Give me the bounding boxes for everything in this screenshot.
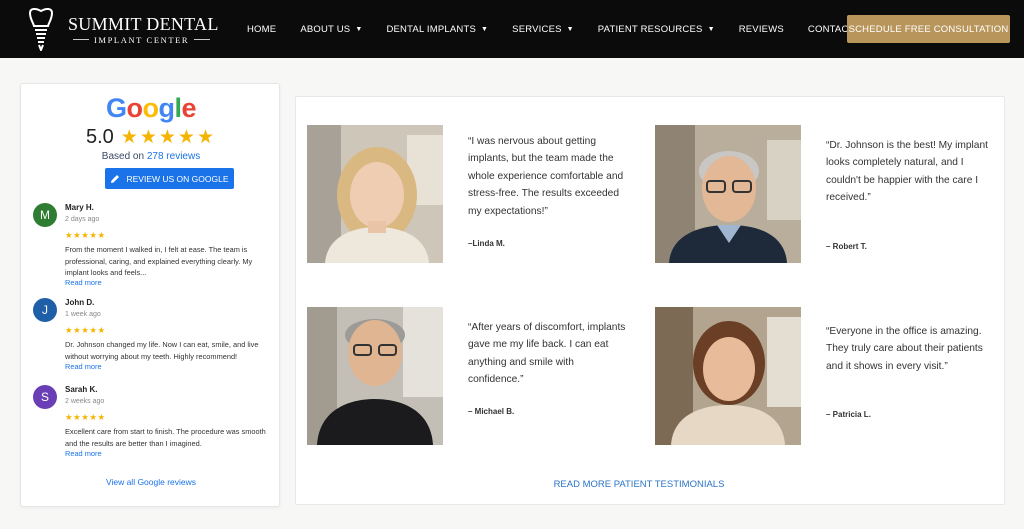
testimonial-quote: “I was nervous about getting implants, b… xyxy=(468,136,624,217)
rating-value: 5.0 xyxy=(85,126,114,148)
chevron-down-icon: ▼ xyxy=(481,25,489,33)
patient-portrait-image xyxy=(655,307,801,445)
nav-home[interactable]: HOME xyxy=(247,24,276,35)
testimonials-panel: “I was nervous about getting implants, b… xyxy=(295,96,1005,505)
nav-label: REVIEWS xyxy=(738,23,784,35)
logo-subtitle-row: IMPLANT CENTER xyxy=(68,35,219,45)
avatar: J xyxy=(33,298,57,322)
nav-dental-implants[interactable]: DENTAL IMPLANTS ▼ xyxy=(386,24,488,35)
review-stars: ★★★★★ xyxy=(65,230,106,240)
tooth-implant-icon xyxy=(28,7,54,51)
review-text: Dr. Johnson changed my life. Now I can e… xyxy=(65,340,259,361)
avatar: S xyxy=(33,385,57,409)
patient-photo xyxy=(655,125,801,263)
reviewer-name: John D. xyxy=(65,298,95,307)
testimonial-author: –Linda M. xyxy=(468,239,505,248)
reviewer-name: Mary H. xyxy=(65,203,94,212)
review-stars: ★★★★★ xyxy=(65,325,106,335)
reviewer-name: Sarah K. xyxy=(65,385,98,394)
patient-portrait-image xyxy=(307,125,443,263)
divider xyxy=(73,39,89,40)
logo-text: SUMMIT DENTAL IMPLANT CENTER xyxy=(68,14,219,45)
avatar: M xyxy=(33,203,57,227)
patient-photo xyxy=(655,307,801,445)
nav-label: HOME xyxy=(247,23,277,35)
testimonial-author: – Michael B. xyxy=(468,407,515,416)
google-reviews-card: Google 5.0 ★ ★ ★ ★ ★ Based on 278 reviews RE… xyxy=(20,83,280,507)
nav-reviews[interactable]: REVIEWS xyxy=(739,24,784,35)
testimonial-quote: “After years of discomfort, implants gav… xyxy=(468,322,626,386)
review-text: From the moment I walked in, I felt at e… xyxy=(65,245,253,277)
review-us-on-google-button[interactable]: REVIEW US ON GOOGLE xyxy=(105,168,234,189)
nav-label: SERVICES xyxy=(512,23,562,35)
nav-services[interactable]: SERVICES ▼ xyxy=(512,24,574,35)
testimonial-quote: “Dr. Johnson is the best! My implant loo… xyxy=(826,140,988,204)
google-logo: Google xyxy=(105,93,197,123)
testimonial-quote: “Everyone in the office is amazing. They… xyxy=(826,326,983,372)
rating-stars: ★ ★ ★ ★ ★ xyxy=(121,126,216,149)
star-icon: ★ xyxy=(139,127,157,148)
patient-photo xyxy=(307,125,443,263)
review-button-label: REVIEW US ON GOOGLE xyxy=(126,173,229,184)
logo-title: SUMMIT DENTAL xyxy=(68,13,219,34)
review-time: 2 days ago xyxy=(65,216,100,223)
star-icon: ★ xyxy=(196,127,215,148)
star-icon: ★ xyxy=(120,127,138,148)
schedule-consultation-button[interactable]: SCHEDULE FREE CONSULTATION xyxy=(847,15,1010,43)
testimonial-author: – Patricia L. xyxy=(826,410,871,419)
nav-patient-resources[interactable]: PATIENT RESOURCES ▼ xyxy=(598,24,715,35)
testimonial-author: – Robert T. xyxy=(826,242,867,251)
review-count-link[interactable]: 278 reviews xyxy=(147,151,200,162)
chevron-down-icon: ▼ xyxy=(566,25,574,33)
read-more-link[interactable]: Read more xyxy=(65,362,102,371)
patient-portrait-image xyxy=(307,307,443,445)
review-time: 1 week ago xyxy=(65,311,101,318)
logo-subtitle: IMPLANT CENTER xyxy=(94,34,190,45)
review-stars: ★★★★★ xyxy=(65,412,106,422)
nav-about-us[interactable]: ABOUT US ▼ xyxy=(300,24,362,35)
nav-label: ABOUT US xyxy=(300,23,351,35)
nav-label: PATIENT RESOURCES xyxy=(597,23,703,35)
patient-photo xyxy=(307,307,443,445)
chevron-down-icon: ▼ xyxy=(707,25,715,33)
view-all-google-reviews-link[interactable]: View all Google reviews xyxy=(21,477,281,487)
chevron-down-icon: ▼ xyxy=(355,25,363,33)
patient-portrait-image xyxy=(655,125,801,263)
based-on-label: Based on xyxy=(101,151,147,162)
rating-summary: 5.0 ★ ★ ★ ★ ★ xyxy=(21,126,281,149)
star-icon: ★ xyxy=(158,127,176,148)
read-more-link[interactable]: Read more xyxy=(65,278,102,287)
read-more-link[interactable]: Read more xyxy=(65,449,102,458)
pencil-icon xyxy=(111,174,120,183)
main-nav: HOME ABOUT US ▼ DENTAL IMPLANTS ▼ SERVICES… xyxy=(247,0,895,58)
site-header: SUMMIT DENTAL IMPLANT CENTER HOME ABOUT … xyxy=(0,0,1024,58)
review-count-text: Based on 278 reviews xyxy=(21,151,281,162)
review-text: Excellent care from start to finish. The… xyxy=(65,427,266,448)
star-icon: ★ xyxy=(177,127,195,148)
review-time: 2 weeks ago xyxy=(65,398,105,405)
site-logo[interactable]: SUMMIT DENTAL IMPLANT CENTER xyxy=(24,6,219,52)
read-more-testimonials-link[interactable]: READ MORE PATIENT TESTIMONIALS xyxy=(296,479,982,490)
nav-label: DENTAL IMPLANTS xyxy=(386,23,477,35)
divider xyxy=(194,39,211,40)
